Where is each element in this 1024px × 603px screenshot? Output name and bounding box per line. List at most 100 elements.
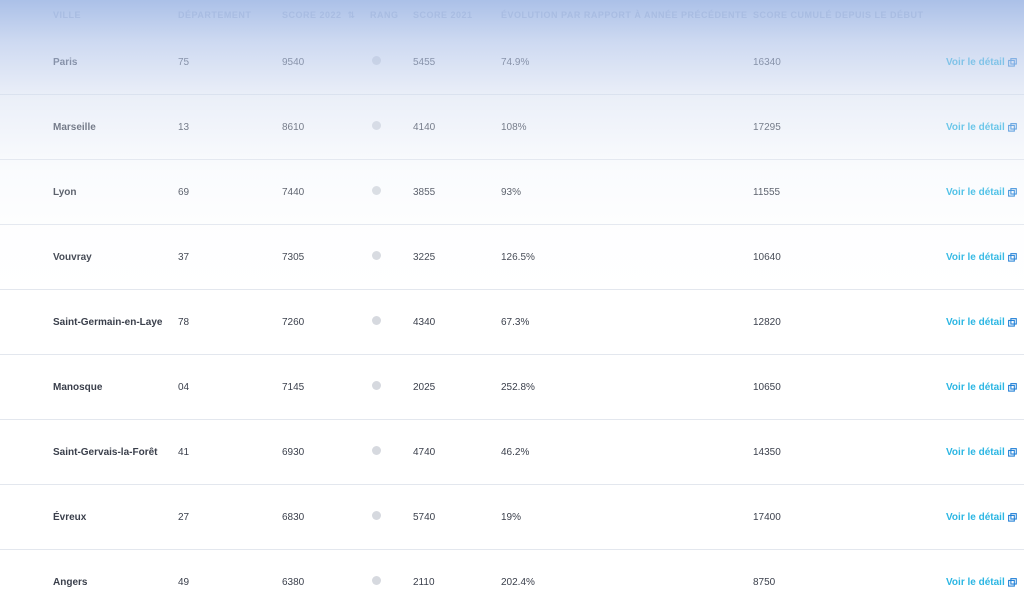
cell-score-2022: 8610 <box>282 94 370 160</box>
cell-rank <box>370 549 413 603</box>
cell-cumulative: 17295 <box>753 94 946 160</box>
detail-link-label: Voir le détail <box>946 121 1005 133</box>
column-header-score-2021-label: SCORE 2021 <box>413 10 473 20</box>
cell-evolution: 202.4% <box>501 549 753 603</box>
table-body: Paris 75 9540 5455 74.9% 16340 Voir le détail M… <box>0 30 1024 603</box>
rank-dot-icon <box>372 576 381 585</box>
rank-dot-icon <box>372 511 381 520</box>
cell-detail: Voir le détail <box>946 549 1024 603</box>
cell-cumulative: 16340 <box>753 30 946 95</box>
cell-cumulative: 12820 <box>753 289 946 355</box>
detail-link[interactable]: Voir le détail <box>946 57 1017 68</box>
external-link-icon <box>1007 252 1017 262</box>
sort-icon[interactable]: ⇅ <box>348 10 356 21</box>
rank-dot-icon <box>372 446 381 455</box>
detail-link[interactable]: Voir le détail <box>946 252 1017 263</box>
detail-link[interactable]: Voir le détail <box>946 447 1017 458</box>
detail-link-label: Voir le détail <box>946 316 1005 328</box>
table-row: Manosque 04 7145 2025 252.8% 10650 Voir le dét… <box>0 354 1024 420</box>
table-row: Vouvray 37 7305 3225 126.5% 10640 Voir le déta… <box>0 224 1024 290</box>
table-row: Saint-Germain-en-Laye 78 7260 4340 67.3% 1282… <box>0 289 1024 355</box>
rank-dot-icon <box>372 121 381 130</box>
cell-evolution: 67.3% <box>501 289 753 355</box>
cell-detail: Voir le détail <box>946 419 1024 485</box>
cell-score-2022: 7440 <box>282 159 370 225</box>
cell-score-2021: 4340 <box>413 289 501 355</box>
cell-detail: Voir le détail <box>946 30 1024 95</box>
cell-rank <box>370 224 413 290</box>
detail-link-label: Voir le détail <box>946 576 1005 588</box>
cell-department: 27 <box>178 484 282 550</box>
column-header-score-2022[interactable]: SCORE 2022 ⇅ <box>282 0 370 30</box>
cell-city: Marseille <box>0 94 178 160</box>
cell-city: Paris <box>0 30 178 95</box>
cell-cumulative: 11555 <box>753 159 946 225</box>
cell-score-2021: 4740 <box>413 419 501 485</box>
cell-department: 37 <box>178 224 282 290</box>
cell-department: 49 <box>178 549 282 603</box>
external-link-icon <box>1007 317 1017 327</box>
external-link-icon <box>1007 187 1017 197</box>
ranking-page: VILLE DÉPARTEMENT SCORE 2022 ⇅ RANG SCORE… <box>0 0 1024 603</box>
cell-score-2021: 3855 <box>413 159 501 225</box>
column-header-department[interactable]: DÉPARTEMENT <box>178 0 282 30</box>
cell-department: 75 <box>178 30 282 95</box>
cell-evolution: 108% <box>501 94 753 160</box>
cell-evolution: 126.5% <box>501 224 753 290</box>
external-link-icon <box>1007 447 1017 457</box>
external-link-icon <box>1007 577 1017 587</box>
external-link-icon <box>1007 382 1017 392</box>
detail-link[interactable]: Voir le détail <box>946 577 1017 588</box>
cell-score-2022: 7145 <box>282 354 370 420</box>
column-header-cumulative-label: SCORE CUMULÉ DEPUIS LE DÉBUT <box>753 10 924 20</box>
cell-city: Évreux <box>0 484 178 550</box>
column-header-rank[interactable]: RANG <box>370 0 413 30</box>
cell-rank <box>370 30 413 95</box>
column-header-city-label: VILLE <box>53 10 82 20</box>
detail-link-label: Voir le détail <box>946 186 1005 198</box>
cell-evolution: 252.8% <box>501 354 753 420</box>
rank-dot-icon <box>372 186 381 195</box>
cell-detail: Voir le détail <box>946 289 1024 355</box>
rank-dot-icon <box>372 56 381 65</box>
table-row: Lyon 69 7440 3855 93% 11555 Voir le détail <box>0 159 1024 225</box>
detail-link-label: Voir le détail <box>946 511 1005 523</box>
detail-link-label: Voir le détail <box>946 446 1005 458</box>
column-header-score-2022-label: SCORE 2022 <box>282 9 342 20</box>
cell-evolution: 93% <box>501 159 753 225</box>
cell-detail: Voir le détail <box>946 159 1024 225</box>
cell-evolution: 19% <box>501 484 753 550</box>
detail-link[interactable]: Voir le détail <box>946 122 1017 133</box>
header-row: VILLE DÉPARTEMENT SCORE 2022 ⇅ RANG SCORE… <box>0 0 1024 30</box>
cell-detail: Voir le détail <box>946 484 1024 550</box>
cell-city: Lyon <box>0 159 178 225</box>
cell-score-2021: 2025 <box>413 354 501 420</box>
cell-cumulative: 10650 <box>753 354 946 420</box>
cell-rank <box>370 354 413 420</box>
cell-cumulative: 10640 <box>753 224 946 290</box>
cell-rank <box>370 484 413 550</box>
cell-department: 78 <box>178 289 282 355</box>
detail-link[interactable]: Voir le détail <box>946 382 1017 393</box>
detail-link-label: Voir le détail <box>946 381 1005 393</box>
cell-score-2022: 9540 <box>282 30 370 95</box>
cell-score-2022: 7260 <box>282 289 370 355</box>
rank-dot-icon <box>372 251 381 260</box>
cell-city: Vouvray <box>0 224 178 290</box>
external-link-icon <box>1007 57 1017 67</box>
table-row: Évreux 27 6830 5740 19% 17400 Voir le détail <box>0 484 1024 550</box>
cell-rank <box>370 94 413 160</box>
rank-dot-icon <box>372 316 381 325</box>
column-header-city[interactable]: VILLE <box>0 0 178 30</box>
external-link-icon <box>1007 122 1017 132</box>
column-header-cumulative[interactable]: SCORE CUMULÉ DEPUIS LE DÉBUT <box>753 0 946 30</box>
external-link-icon <box>1007 512 1017 522</box>
column-header-score-2021[interactable]: SCORE 2021 <box>413 0 501 30</box>
detail-link[interactable]: Voir le détail <box>946 317 1017 328</box>
detail-link[interactable]: Voir le détail <box>946 512 1017 523</box>
cell-cumulative: 14350 <box>753 419 946 485</box>
detail-link[interactable]: Voir le détail <box>946 187 1017 198</box>
cell-city: Saint-Gervais-la-Forêt <box>0 419 178 485</box>
column-header-evolution[interactable]: ÉVOLUTION PAR RAPPORT À ANNÉE PRÉCÉDENTE <box>501 0 753 30</box>
table-row: Saint-Gervais-la-Forêt 41 6930 4740 46.2% 143… <box>0 419 1024 485</box>
